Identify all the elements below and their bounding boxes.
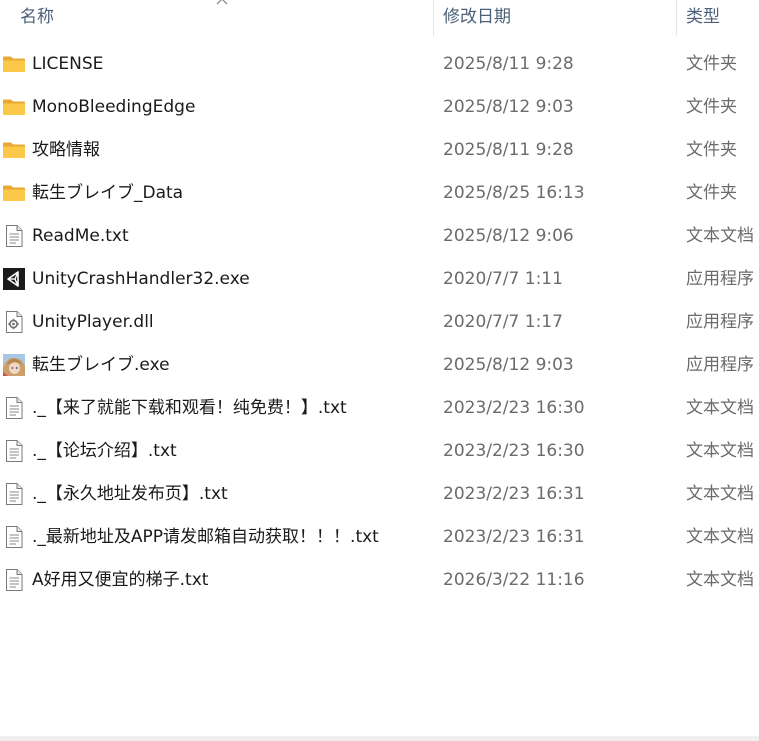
file-row[interactable]: A好用又便宜的梯子.txt 2026/3/22 11:16 文本文档 (0, 559, 759, 602)
file-modified-date: 2025/8/12 9:03 (443, 355, 574, 375)
file-modified-date: 2025/8/25 16:13 (443, 183, 585, 203)
file-type: 应用程序 (686, 312, 754, 332)
column-header-type[interactable]: 类型 (686, 0, 720, 36)
file-modified-date: 2026/3/22 11:16 (443, 570, 585, 590)
file-name[interactable]: ._【论坛介绍】.txt (32, 430, 177, 473)
file-modified-date: 2025/8/12 9:06 (443, 226, 574, 246)
file-modified-date: 2023/2/23 16:30 (443, 398, 585, 418)
unity-icon (2, 267, 26, 291)
file-row[interactable]: 転生ブレイブ_Data 2025/8/25 16:13 文件夹 (0, 172, 759, 215)
file-name[interactable]: LICENSE (32, 43, 103, 86)
file-modified-date: 2023/2/23 16:31 (443, 527, 585, 547)
file-row[interactable]: ._【论坛介绍】.txt 2023/2/23 16:30 文本文档 (0, 430, 759, 473)
file-type: 文件夹 (686, 140, 737, 160)
file-type: 文本文档 (686, 527, 754, 547)
file-name[interactable]: ._最新地址及APP请发邮箱自动获取！！！.txt (32, 516, 379, 559)
file-row[interactable]: LICENSE 2025/8/11 9:28 文件夹 (0, 43, 759, 86)
file-name[interactable]: UnityPlayer.dll (32, 301, 154, 344)
column-header-name[interactable]: 名称 (20, 0, 54, 36)
file-type: 文本文档 (686, 398, 754, 418)
file-row[interactable]: 攻略情報 2025/8/11 9:28 文件夹 (0, 129, 759, 172)
file-list: LICENSE 2025/8/11 9:28 文件夹 MonoBleedingEdg… (0, 43, 759, 602)
dll-file-icon (2, 310, 26, 334)
text-file-icon (2, 568, 26, 592)
horizontal-scrollbar[interactable] (0, 736, 759, 741)
column-header-bar: 名称 修改日期 类型 (0, 0, 759, 36)
file-modified-date: 2020/7/7 1:11 (443, 269, 563, 289)
file-row[interactable]: UnityCrashHandler32.exe 2020/7/7 1:11 应用程序 (0, 258, 759, 301)
file-name[interactable]: 転生ブレイブ_Data (32, 172, 183, 215)
file-modified-date: 2023/2/23 16:31 (443, 484, 585, 504)
file-type: 文本文档 (686, 570, 754, 590)
file-row[interactable]: UnityPlayer.dll 2020/7/7 1:17 应用程序 (0, 301, 759, 344)
file-type: 应用程序 (686, 269, 754, 289)
file-type: 文本文档 (686, 484, 754, 504)
file-name[interactable]: 攻略情報 (32, 129, 100, 172)
file-name[interactable]: ReadMe.txt (32, 215, 129, 258)
file-row[interactable]: 転生ブレイブ.exe 2025/8/12 9:03 应用程序 (0, 344, 759, 387)
text-file-icon (2, 224, 26, 248)
game-app-icon (2, 353, 26, 377)
folder-icon (2, 52, 26, 76)
file-modified-date: 2020/7/7 1:17 (443, 312, 563, 332)
file-modified-date: 2025/8/12 9:03 (443, 97, 574, 117)
file-row[interactable]: ._最新地址及APP请发邮箱自动获取！！！.txt 2023/2/23 16:31… (0, 516, 759, 559)
text-file-icon (2, 525, 26, 549)
file-explorer: 名称 修改日期 类型 LICENSE 2025/8/11 9:28 文件夹 Mono… (0, 0, 759, 741)
folder-icon (2, 95, 26, 119)
file-modified-date: 2025/8/11 9:28 (443, 140, 574, 160)
file-type: 文件夹 (686, 97, 737, 117)
file-name[interactable]: ._【来了就能下载和观看！纯免费！】.txt (32, 387, 347, 430)
file-row[interactable]: ReadMe.txt 2025/8/12 9:06 文本文档 (0, 215, 759, 258)
file-type: 文件夹 (686, 54, 737, 74)
file-type: 文本文档 (686, 441, 754, 461)
file-modified-date: 2025/8/11 9:28 (443, 54, 574, 74)
file-name[interactable]: MonoBleedingEdge (32, 86, 195, 129)
folder-icon (2, 138, 26, 162)
file-name[interactable]: UnityCrashHandler32.exe (32, 258, 250, 301)
file-row[interactable]: ._【来了就能下载和观看！纯免费！】.txt 2023/2/23 16:30 文本文… (0, 387, 759, 430)
text-file-icon (2, 482, 26, 506)
column-separator[interactable] (433, 0, 434, 36)
folder-icon (2, 181, 26, 205)
file-row[interactable]: ._【永久地址发布页】.txt 2023/2/23 16:31 文本文档 (0, 473, 759, 516)
file-type: 应用程序 (686, 355, 754, 375)
sort-ascending-icon (216, 0, 228, 5)
file-row[interactable]: MonoBleedingEdge 2025/8/12 9:03 文件夹 (0, 86, 759, 129)
column-header-date[interactable]: 修改日期 (443, 0, 511, 36)
file-type: 文本文档 (686, 226, 754, 246)
file-name[interactable]: 転生ブレイブ.exe (32, 344, 170, 387)
file-name[interactable]: A好用又便宜的梯子.txt (32, 559, 208, 602)
text-file-icon (2, 439, 26, 463)
file-name[interactable]: ._【永久地址发布页】.txt (32, 473, 228, 516)
file-modified-date: 2023/2/23 16:30 (443, 441, 585, 461)
column-separator[interactable] (676, 0, 677, 36)
file-type: 文件夹 (686, 183, 737, 203)
text-file-icon (2, 396, 26, 420)
